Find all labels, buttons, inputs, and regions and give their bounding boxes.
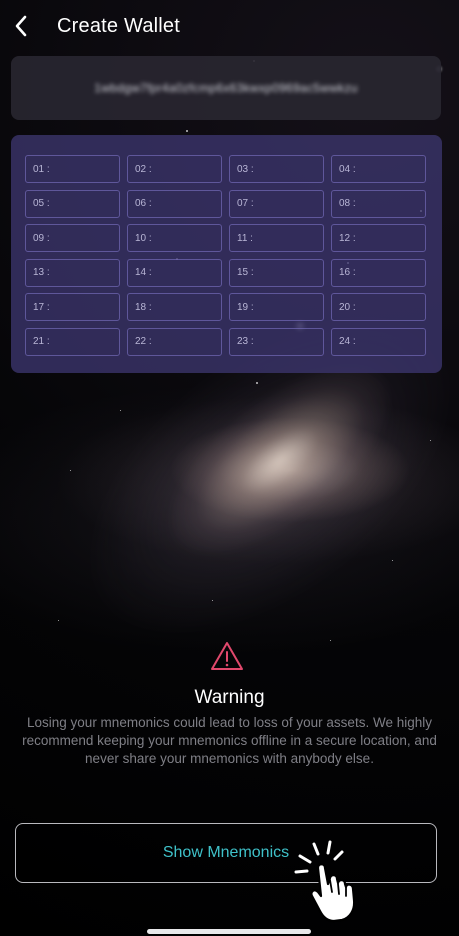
mnemonic-cell: 16 : bbox=[331, 258, 426, 287]
mnemonic-cell: 03 : bbox=[229, 155, 324, 183]
star bbox=[120, 410, 121, 411]
wallet-address-box: 1wbdgw7fpr4a0zfcmp6x63kwxp0969ac5wwkzu bbox=[11, 56, 441, 120]
mnemonic-cell: 20 : bbox=[331, 293, 426, 321]
mnemonic-cell: 07 : bbox=[229, 189, 324, 218]
star bbox=[70, 470, 71, 471]
mnemonic-panel: 01 : 02 : 03 : 04 : 05 : 06 : 07 : 08 : … bbox=[11, 135, 442, 373]
mnemonic-cell: 22 : bbox=[127, 327, 222, 356]
mnemonic-cell: 23 : bbox=[229, 327, 324, 356]
mnemonic-cell: 12 : bbox=[331, 224, 426, 252]
mnemonic-cell: 09 : bbox=[25, 224, 120, 252]
mnemonic-cell: 04 : bbox=[331, 155, 426, 183]
star bbox=[330, 640, 331, 641]
star bbox=[212, 600, 213, 601]
wallet-address: 1wbdgw7fpr4a0zfcmp6x63kwxp0969ac5wwkzu bbox=[94, 81, 358, 95]
mnemonic-cell: 11 : bbox=[229, 224, 324, 252]
mnemonic-cell: 18 : bbox=[127, 293, 222, 321]
tap-hand-icon bbox=[294, 840, 356, 923]
star bbox=[392, 560, 393, 561]
mnemonic-grid: 01 : 02 : 03 : 04 : 05 : 06 : 07 : 08 : … bbox=[25, 155, 428, 356]
mnemonic-cell: 17 : bbox=[25, 293, 120, 321]
warning-message: Losing your mnemonics could lead to loss… bbox=[22, 715, 437, 766]
mnemonic-cell: 24 : bbox=[331, 327, 426, 356]
page-title: Create Wallet bbox=[57, 15, 181, 37]
mnemonic-cell: 01 : bbox=[25, 155, 120, 183]
mnemonic-cell: 21 : bbox=[25, 327, 120, 356]
chevron-left-icon bbox=[15, 15, 27, 37]
star bbox=[186, 130, 188, 132]
mnemonic-cell: 19 : bbox=[229, 293, 324, 321]
mnemonic-cell: 08 : bbox=[331, 189, 426, 218]
mnemonic-cell: 02 : bbox=[127, 155, 222, 183]
mnemonic-cell: 15 : bbox=[229, 258, 324, 287]
star bbox=[430, 440, 431, 441]
mnemonic-cell: 13 : bbox=[25, 258, 120, 287]
warning-title: Warning bbox=[194, 687, 265, 708]
mnemonic-cell: 05 : bbox=[25, 189, 120, 218]
home-indicator bbox=[147, 929, 311, 934]
show-mnemonics-label: Show Mnemonics bbox=[162, 844, 290, 861]
mnemonic-cell: 10 : bbox=[127, 224, 222, 252]
star bbox=[256, 382, 258, 384]
mnemonic-cell: 06 : bbox=[127, 189, 222, 218]
warning-triangle-icon bbox=[211, 642, 243, 670]
back-button[interactable] bbox=[6, 11, 36, 41]
mnemonic-cell: 14 : bbox=[127, 258, 222, 287]
star bbox=[58, 620, 59, 621]
header: Create Wallet bbox=[0, 0, 459, 52]
